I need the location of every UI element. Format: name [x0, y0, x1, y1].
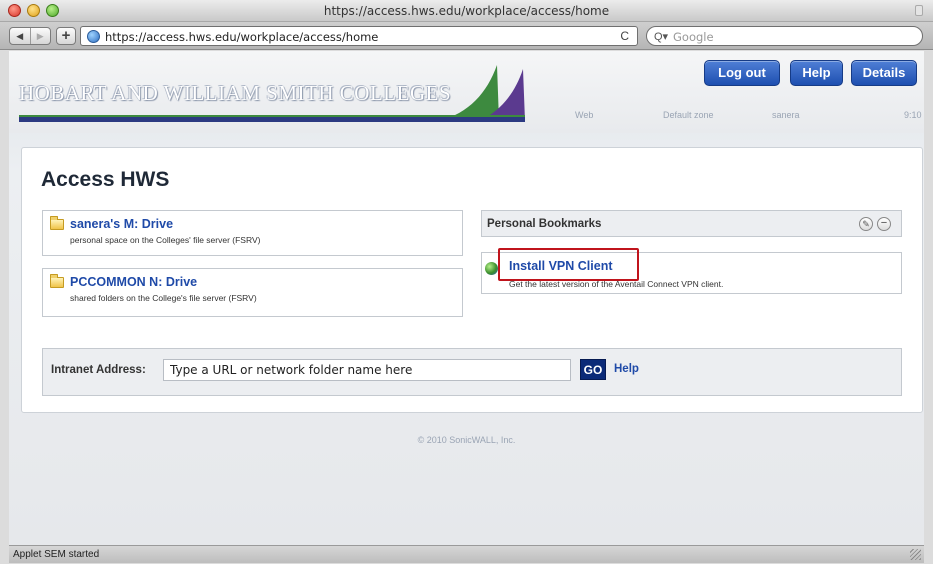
- search-placeholder: Google: [673, 30, 714, 44]
- toolbar-toggle-button[interactable]: [915, 5, 923, 16]
- title-bar: https://access.hws.edu/workplace/access/…: [0, 0, 933, 22]
- details-button[interactable]: Details: [851, 60, 917, 86]
- logout-button[interactable]: Log out: [704, 60, 780, 86]
- browser-toolbar: ◀ ▶ + https://access.hws.edu/workplace/a…: [0, 22, 933, 50]
- browser-window: https://access.hws.edu/workplace/access/…: [0, 0, 933, 564]
- drive-description-m: personal space on the Colleges' file ser…: [70, 235, 261, 245]
- intranet-address-input[interactable]: [164, 360, 570, 380]
- site-globe-icon: [87, 30, 100, 43]
- status-text: Applet SEM started: [13, 549, 100, 560]
- page-viewport: HOBART AND WILLIAM SMITH COLLEGES Log ou…: [9, 51, 924, 545]
- folder-icon: [50, 274, 64, 288]
- address-text[interactable]: https://access.hws.edu/workplace/access/…: [105, 30, 378, 44]
- intranet-address-field[interactable]: [163, 359, 571, 381]
- status-zone: Default zone: [663, 110, 714, 120]
- search-icon[interactable]: Q▾: [654, 30, 668, 43]
- intranet-help-link[interactable]: Help: [614, 363, 639, 375]
- globe-icon: [485, 262, 498, 275]
- bookmarks-header: Personal Bookmarks ✎ −: [481, 210, 902, 237]
- highlight-box: [498, 248, 639, 281]
- back-button[interactable]: ◀: [10, 28, 30, 44]
- bookmarks-title: Personal Bookmarks: [487, 218, 602, 230]
- resize-grip-icon[interactable]: [910, 549, 921, 560]
- go-button[interactable]: GO: [580, 359, 606, 380]
- intranet-label: Intranet Address:: [51, 364, 146, 376]
- logo-swoosh-icon: [439, 65, 525, 121]
- copyright-text: © 2010 SonicWALL, Inc.: [417, 435, 516, 445]
- window-title: https://access.hws.edu/workplace/access/…: [323, 4, 610, 18]
- status-web: Web: [575, 110, 594, 120]
- reload-icon[interactable]: C: [620, 29, 629, 43]
- status-time: 9:10: [904, 110, 922, 120]
- drive-item-m[interactable]: sanera's M: Drive personal space on the …: [42, 210, 463, 256]
- collapse-bookmarks-icon[interactable]: −: [877, 217, 891, 231]
- drive-description-n: shared folders on the College's file ser…: [70, 293, 257, 303]
- edit-bookmarks-icon[interactable]: ✎: [859, 217, 873, 231]
- add-bookmark-button[interactable]: +: [56, 27, 76, 45]
- status-bar: Applet SEM started: [9, 545, 924, 563]
- help-button[interactable]: Help: [790, 60, 843, 86]
- drive-link-n[interactable]: PCCOMMON N: Drive: [70, 275, 197, 289]
- header-rule: [19, 117, 525, 122]
- page-title: Access HWS: [41, 168, 170, 191]
- back-forward-buttons: ◀ ▶: [9, 27, 51, 45]
- address-bar[interactable]: https://access.hws.edu/workplace/access/…: [80, 26, 638, 46]
- drive-link-m[interactable]: sanera's M: Drive: [70, 217, 173, 231]
- drive-item-n[interactable]: PCCOMMON N: Drive shared folders on the …: [42, 268, 463, 317]
- search-field[interactable]: Q▾ Google: [646, 26, 923, 46]
- forward-button[interactable]: ▶: [29, 28, 51, 44]
- site-header: HOBART AND WILLIAM SMITH COLLEGES Log ou…: [9, 51, 924, 133]
- intranet-bar: Intranet Address: GO Help: [42, 348, 902, 396]
- status-user: sanera: [772, 110, 800, 120]
- college-logo-text: HOBART AND WILLIAM SMITH COLLEGES: [19, 81, 452, 105]
- folder-icon: [50, 216, 64, 230]
